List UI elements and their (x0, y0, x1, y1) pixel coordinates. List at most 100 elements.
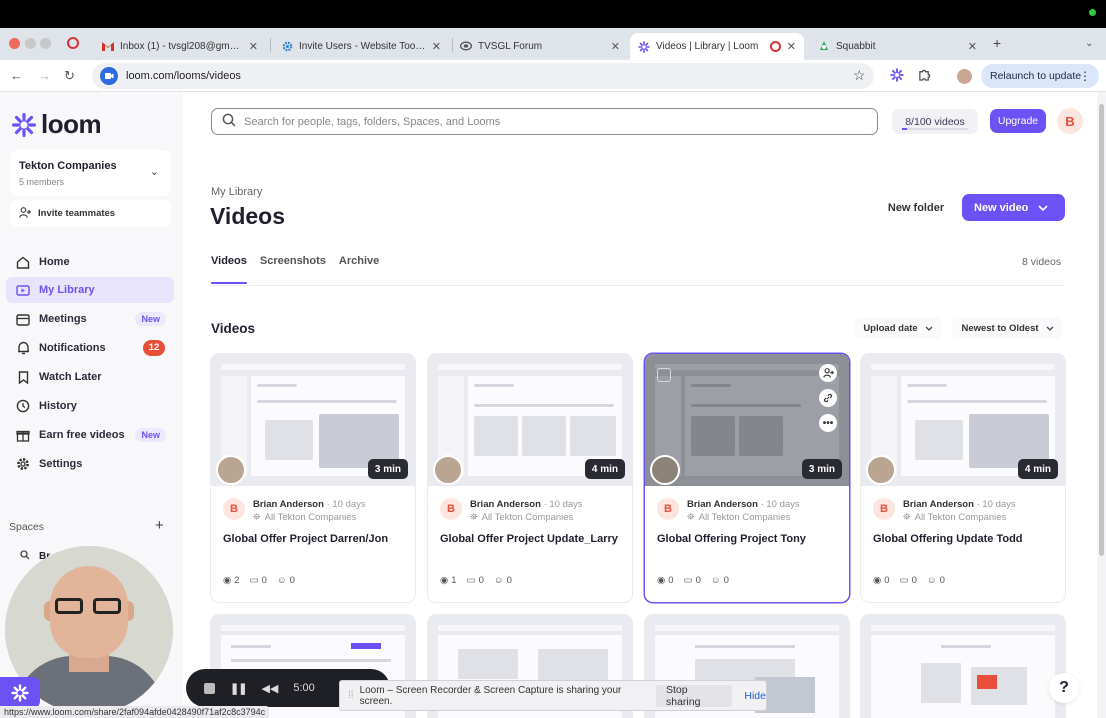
sort-field-dropdown[interactable]: Upload date (854, 317, 942, 339)
new-video-button[interactable]: New video (962, 194, 1065, 221)
video-card[interactable]: 4 min B Brian Anderson · 10 days ⛯ All Te… (861, 354, 1065, 602)
video-card[interactable]: 3 min B Brian Anderson · 10 days ⛯ All Te… (211, 354, 415, 602)
select-checkbox[interactable] (657, 368, 671, 382)
close-icon[interactable]: ✕ (611, 40, 620, 53)
copy-link-icon[interactable] (819, 389, 837, 407)
tab-invite-users[interactable]: Invite Users - Website Toolbo ✕ (273, 33, 449, 59)
sidebar-item-earn-free-videos[interactable]: Earn free videos New (6, 422, 174, 448)
bell-icon (16, 341, 30, 355)
video-title[interactable]: Global Offering Project Tony (657, 533, 806, 545)
video-thumbnail[interactable]: 3 min (211, 354, 415, 486)
close-window-button[interactable] (9, 38, 20, 49)
tab-squabbit[interactable]: Squabbit ✕ (810, 33, 985, 59)
maximize-window-button[interactable] (40, 38, 51, 49)
loom-logo-icon (12, 112, 36, 137)
sidebar-item-settings[interactable]: Settings (6, 451, 174, 477)
author-avatar: B (657, 498, 679, 520)
reaction-icon: ☺ (276, 575, 287, 586)
tabs-divider (211, 285, 1065, 286)
loom-logo[interactable]: loom (12, 109, 102, 140)
user-avatar[interactable]: B (1057, 108, 1083, 134)
tab-title: Squabbit (836, 40, 876, 52)
loom-icon (638, 40, 650, 53)
view-count: 1 (451, 575, 457, 586)
tab-list-chevron-icon[interactable]: ⌄ (1085, 38, 1093, 49)
drag-handle-icon[interactable]: ⁞⁞ (348, 690, 354, 701)
url-text: loom.com/looms/videos (126, 70, 241, 82)
more-options-icon[interactable]: ••• (819, 414, 837, 432)
share-user-icon[interactable] (819, 364, 837, 382)
upgrade-button[interactable]: Upgrade (990, 109, 1046, 133)
gmail-icon (102, 40, 114, 52)
home-icon (16, 255, 30, 269)
stop-recording-button[interactable] (204, 682, 215, 694)
video-card[interactable]: 4 min B Brian Anderson · 10 days ⛯ All Te… (428, 354, 632, 602)
site-info-icon[interactable] (100, 67, 118, 85)
sidebar-item-meetings[interactable]: Meetings New (6, 306, 174, 332)
minimize-window-button[interactable] (25, 38, 36, 49)
sort-order-dropdown[interactable]: Newest to Oldest (952, 317, 1063, 339)
workspace-switcher[interactable]: Tekton Companies 5 members ⌄ (10, 150, 171, 196)
url-field[interactable]: loom.com/looms/videos (92, 63, 874, 89)
sidebar-item-label: Notifications (39, 342, 106, 354)
rewind-icon[interactable]: ◀◀ (261, 682, 278, 695)
new-folder-button[interactable]: New folder (879, 196, 953, 220)
extensions-puzzle-icon[interactable] (918, 68, 931, 84)
duration-badge: 3 min (367, 459, 408, 479)
tab-tvsgl-forum[interactable]: TVSGL Forum ✕ (452, 33, 628, 59)
author-line: Brian Anderson · 10 days (470, 499, 583, 510)
new-tab-icon[interactable]: + (993, 35, 1001, 51)
more-menu-icon[interactable]: ⋮ (1079, 69, 1091, 83)
page-scrollbar[interactable] (1097, 92, 1106, 718)
tab-gmail[interactable]: Inbox (1) - tvsgl208@gmail.c ✕ (94, 33, 266, 59)
forward-icon[interactable]: → (38, 68, 51, 83)
tab-screenshots[interactable]: Screenshots (260, 255, 326, 267)
back-icon[interactable]: ← (10, 68, 23, 83)
sort-order-label: Newest to Oldest (961, 322, 1039, 334)
tab-title: Invite Users - Website Toolbo (299, 40, 426, 52)
creator-bubble-thumbnail (650, 455, 680, 485)
sidebar-item-notifications[interactable]: Notifications 12 (6, 335, 174, 361)
invite-teammates-button[interactable]: Invite teammates (10, 200, 171, 227)
sidebar-item-watch-later[interactable]: Watch Later (6, 364, 174, 390)
comment-count: 0 (478, 575, 484, 586)
bookmark-star-icon[interactable]: ☆ (853, 67, 866, 84)
reaction-count: 0 (723, 575, 729, 586)
tab-videos[interactable]: Videos (211, 255, 247, 284)
workspace-members: 5 members (19, 177, 65, 187)
add-space-icon[interactable]: + (155, 517, 164, 534)
loom-extension-icon[interactable] (890, 68, 904, 85)
close-icon[interactable]: ✕ (249, 40, 258, 53)
hide-notification-button[interactable]: Hide (744, 690, 766, 702)
close-icon[interactable]: ✕ (968, 40, 977, 53)
video-title[interactable]: Global Offer Project Update_Larry (440, 533, 618, 545)
sidebar-item-home[interactable]: Home (6, 249, 174, 275)
sidebar-item-my-library[interactable]: My Library (6, 277, 174, 303)
tab-archive[interactable]: Archive (339, 255, 379, 267)
video-thumbnail[interactable]: 4 min (428, 354, 632, 486)
close-icon[interactable]: ✕ (787, 40, 796, 53)
new-badge: New (135, 312, 166, 326)
video-card-thumbnail[interactable] (861, 615, 1065, 718)
video-card[interactable]: ••• 3 min B Brian Anderson · 10 days ⛯ Al… (645, 354, 849, 602)
video-title[interactable]: Global Offering Update Todd (873, 533, 1023, 545)
sidebar-item-history[interactable]: History (6, 393, 174, 419)
loom-recorder-button[interactable] (0, 677, 40, 709)
breadcrumb[interactable]: My Library (211, 186, 262, 198)
profile-avatar[interactable] (957, 69, 972, 84)
video-thumbnail[interactable]: ••• 3 min (645, 354, 849, 486)
video-thumbnail[interactable]: 4 min (861, 354, 1065, 486)
relaunch-button[interactable]: Relaunch to update ⋮ (981, 64, 1099, 88)
video-quota-indicator[interactable]: 8/100 videos (892, 109, 978, 134)
pause-icon[interactable]: ❚❚ (230, 682, 247, 695)
video-title[interactable]: Global Offer Project Darren/Jon (223, 533, 388, 545)
scrollbar-thumb[interactable] (1099, 104, 1104, 556)
help-button[interactable]: ? (1049, 673, 1079, 703)
stop-sharing-button[interactable]: Stop sharing (655, 684, 733, 708)
loom-icon (11, 684, 29, 702)
tab-loom-videos[interactable]: Videos | Library | Loom ✕ (630, 33, 804, 60)
close-icon[interactable]: ✕ (432, 40, 441, 53)
search-input[interactable]: Search for people, tags, folders, Spaces… (211, 108, 878, 135)
reload-icon[interactable]: ↻ (64, 68, 75, 84)
recording-tab-icon[interactable] (67, 37, 79, 49)
